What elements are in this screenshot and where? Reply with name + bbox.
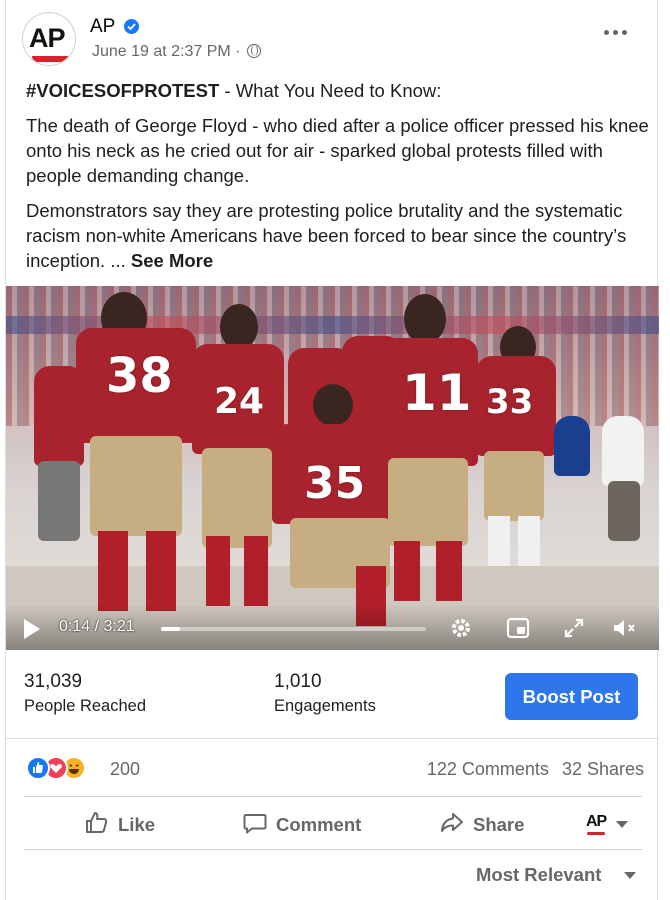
video-player-figure [436, 541, 462, 601]
chevron-down-icon [624, 872, 636, 879]
video-player-figure [484, 451, 544, 521]
shares-count-link[interactable]: 32 Shares [562, 759, 644, 779]
page-name-link[interactable]: AP [90, 16, 115, 38]
video-player-figure [98, 531, 128, 611]
post-paragraph-2-text: Demonstrators say they are protesting po… [26, 200, 627, 271]
video-player-figure [394, 541, 420, 601]
action-bar: Like Comment Share AP [24, 796, 642, 850]
video-player-figure [206, 536, 230, 606]
post-headline: #VOICESOFPROTEST - What You Need to Know… [26, 78, 651, 103]
fullscreen-icon[interactable] [562, 616, 586, 645]
see-more-link[interactable]: See More [131, 250, 213, 271]
video-player-figure [518, 516, 540, 566]
reaction-count[interactable]: 200 [110, 759, 140, 780]
engagement-counts: 122 Comments 32 Shares [419, 759, 644, 780]
headline-text: - What You Need to Know: [219, 80, 442, 101]
post-paragraph-1: The death of George Floyd - who died aft… [26, 115, 649, 186]
jersey-number: 11 [402, 364, 472, 422]
people-reached-label: People Reached [24, 697, 147, 715]
post-paragraph-2: Demonstrators say they are protesting po… [26, 198, 651, 273]
jersey-number: 35 [304, 458, 366, 509]
comment-sort-label: Most Relevant [476, 864, 602, 885]
video-player-figure [608, 481, 640, 541]
video-player-figure [244, 536, 268, 606]
post-as-profile-avatar[interactable]: AP [586, 813, 607, 831]
picture-in-picture-icon[interactable] [506, 616, 530, 645]
video-player-figure [38, 461, 80, 541]
like-label: Like [118, 814, 156, 835]
video-player-figure [146, 531, 176, 611]
share-label: Share [473, 814, 525, 835]
jersey-number: 33 [486, 382, 534, 422]
video-progress-bar[interactable] [161, 627, 426, 631]
video-progress-fill [161, 627, 180, 631]
post-insights: 31,039 People Reached 1,010 Engagements … [6, 651, 659, 739]
share-arrow-icon [441, 813, 463, 832]
reactions-bar: 200 122 Comments 32 Shares [24, 752, 644, 786]
comments-count-link[interactable]: 122 Comments [427, 759, 549, 779]
video-player[interactable]: 38 24 35 11 33 0:14 / 3:21 [6, 286, 659, 650]
video-player-figure [313, 384, 353, 426]
post-as-profile-bar [587, 832, 605, 835]
engagements-label: Engagements [274, 697, 376, 715]
engagements-value: 1,010 [274, 671, 322, 692]
post-timestamp[interactable]: June 19 at 2:37 PM · [92, 43, 241, 60]
jersey-number: 38 [106, 348, 173, 404]
video-player-figure [554, 416, 590, 476]
page-avatar[interactable]: AP [22, 12, 76, 66]
globe-icon [246, 44, 261, 58]
verified-badge-icon [124, 19, 139, 34]
comment-label: Comment [276, 814, 362, 835]
video-player-figure [404, 294, 446, 344]
video-controls: 0:14 / 3:21 [6, 604, 659, 650]
comment-icon [243, 814, 267, 834]
video-time: 0:14 / 3:21 [59, 618, 135, 635]
settings-gear-icon[interactable] [449, 616, 473, 645]
video-player-figure [602, 416, 644, 486]
thumbs-up-icon [86, 812, 108, 833]
post-card: AP AP June 19 at 2:37 PM · #VOICESOFPROT… [5, 0, 659, 900]
people-reached-value: 31,039 [24, 671, 83, 692]
more-options-icon[interactable] [602, 22, 632, 42]
video-player-figure [488, 516, 510, 566]
post-header: AP AP June 19 at 2:37 PM · [22, 12, 642, 68]
post-body: #VOICESOFPROTEST - What You Need to Know… [26, 78, 651, 283]
boost-post-button[interactable]: Boost Post [505, 673, 638, 720]
comment-sort-dropdown[interactable]: Most Relevant [476, 864, 636, 886]
jersey-number: 24 [214, 381, 265, 422]
video-player-figure [388, 458, 468, 546]
mute-icon[interactable] [611, 616, 639, 645]
avatar-logo-bar [32, 56, 68, 62]
video-player-figure [202, 448, 272, 548]
post-meta: June 19 at 2:37 PM · [92, 43, 261, 61]
like-reaction-icon[interactable] [26, 756, 50, 780]
play-icon[interactable] [24, 619, 40, 639]
avatar-logo-text: AP [29, 23, 66, 53]
chevron-down-icon[interactable] [616, 821, 628, 828]
comment-button[interactable]: Comment [242, 810, 372, 838]
like-button[interactable]: Like [84, 810, 174, 838]
video-player-figure [90, 436, 182, 536]
share-button[interactable]: Share [439, 810, 539, 838]
hashtag-link[interactable]: #VOICESOFPROTEST [26, 80, 219, 101]
